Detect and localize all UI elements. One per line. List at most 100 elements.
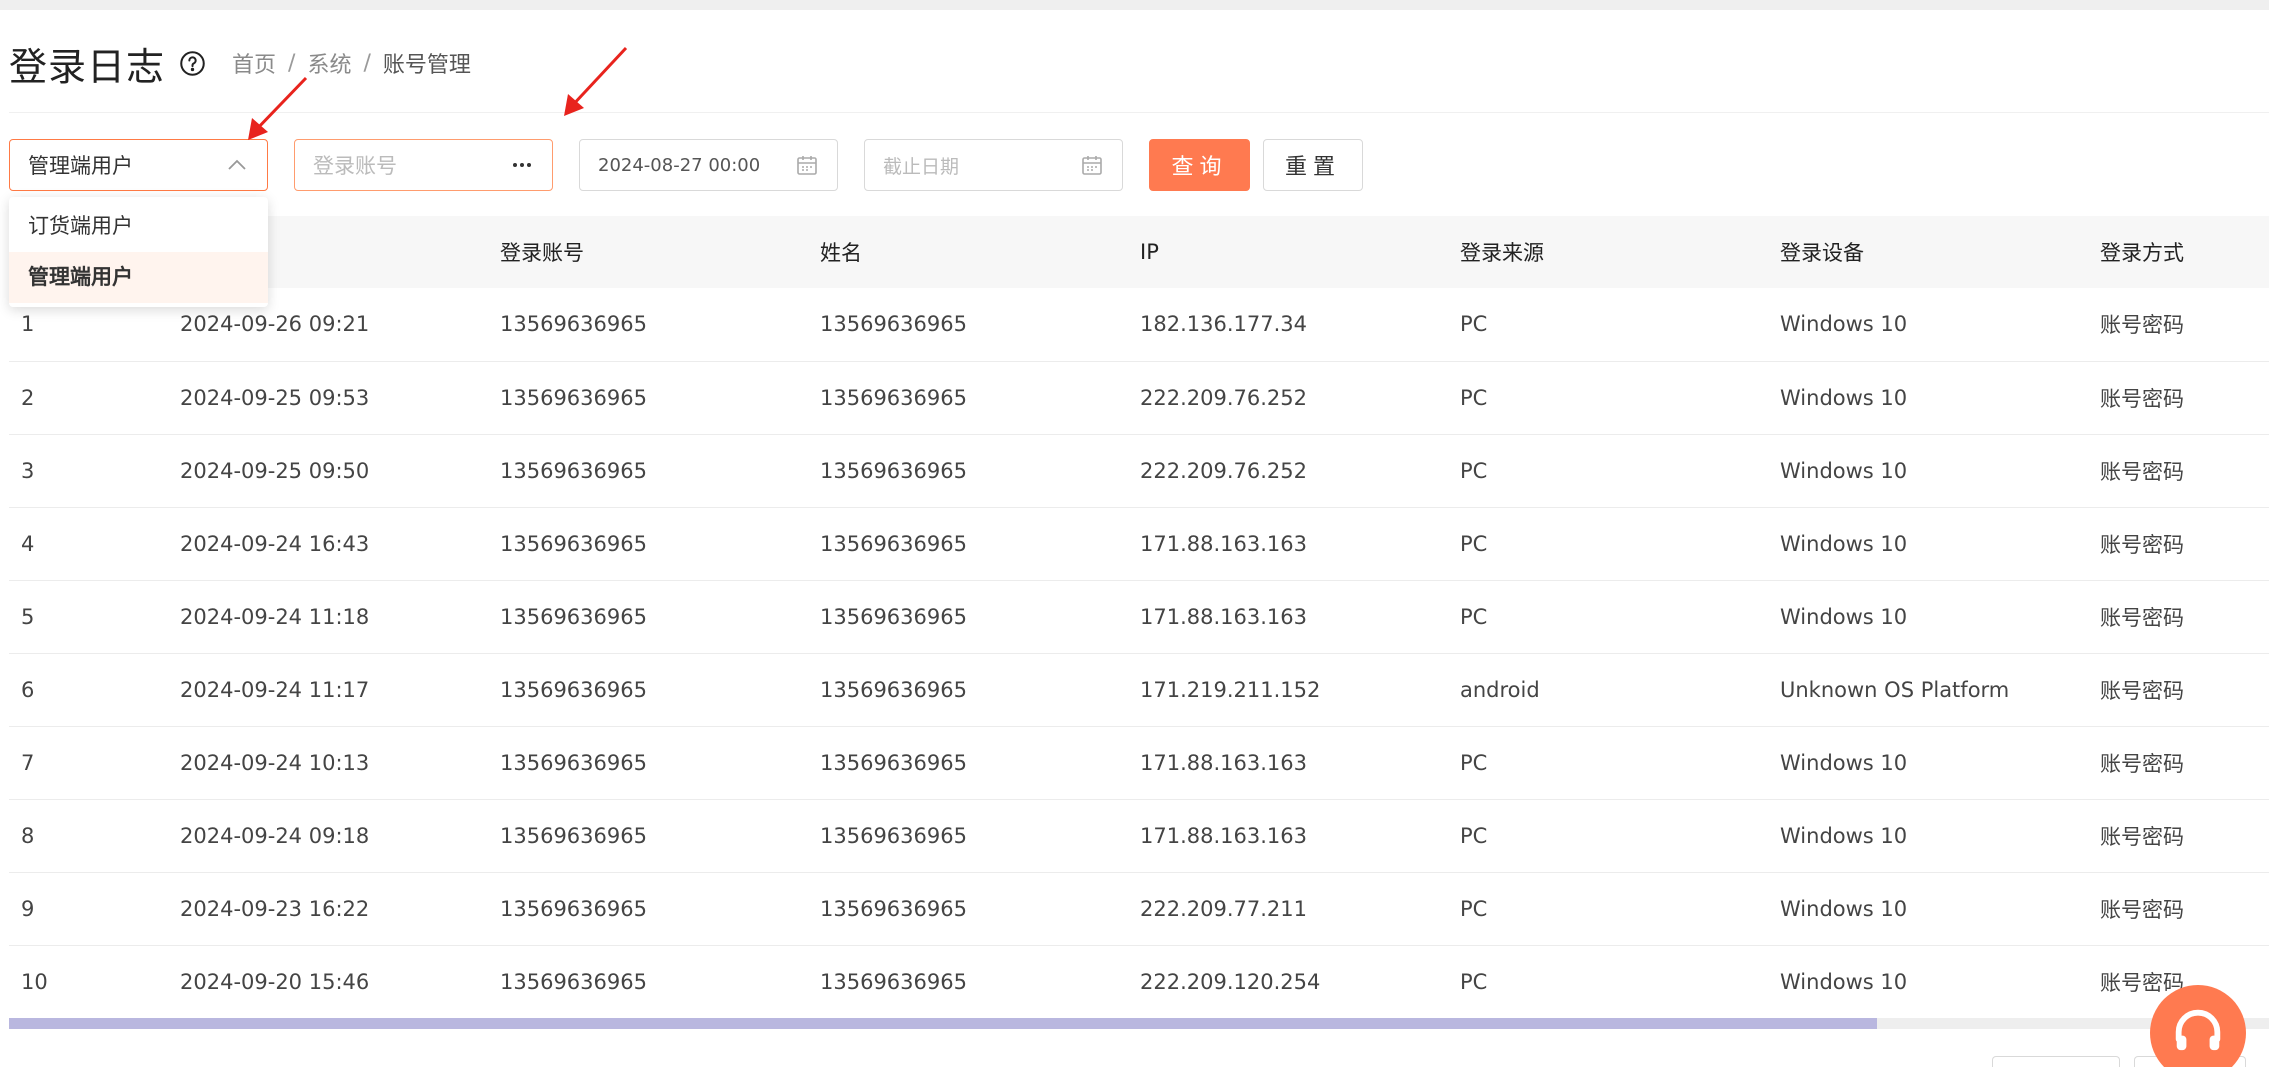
table-row: 2 2024-09-25 09:53 13569636965 13569636965 2… (9, 361, 2269, 435)
cell-login-time: 2024-09-24 10:13 (168, 726, 488, 800)
question-circle-icon[interactable] (179, 50, 206, 77)
cell-source: PC (1448, 434, 1768, 508)
cell-index: 9 (9, 872, 168, 946)
cell-login-time: 2024-09-24 11:18 (168, 580, 488, 654)
cell-ip: 222.209.76.252 (1128, 434, 1448, 508)
cell-login-time: 2024-09-25 09:50 (168, 434, 488, 508)
user-type-select[interactable]: 管理端用户 (9, 139, 268, 191)
column-header-source: 登录来源 (1448, 216, 1768, 288)
cell-login-time: 2024-09-24 11:17 (168, 653, 488, 727)
column-header-name: 姓名 (808, 216, 1128, 288)
cell-method: 账号密码 (2088, 799, 2269, 873)
pagination-button[interactable] (1992, 1056, 2120, 1067)
cell-ip: 222.209.77.211 (1128, 872, 1448, 946)
horizontal-scrollbar[interactable] (9, 1018, 2269, 1029)
account-placeholder: 登录账号 (313, 154, 397, 178)
reset-button[interactable]: 重置 (1263, 139, 1363, 191)
cell-account: 13569636965 (488, 507, 808, 581)
page-header: 登录日志 首页 / 系统 / 账号管理 (9, 38, 471, 89)
cell-login-time: 2024-09-25 09:53 (168, 361, 488, 435)
cell-device: Windows 10 (1768, 507, 2088, 581)
start-date-picker[interactable]: 2024-08-27 00:00 (579, 139, 838, 191)
table-row: 7 2024-09-24 10:13 13569636965 13569636965 1… (9, 726, 2269, 800)
cell-device: Windows 10 (1768, 580, 2088, 654)
dropdown-option-admin-user[interactable]: 管理端用户 (9, 252, 268, 303)
cell-account: 13569636965 (488, 945, 808, 1019)
cell-method: 账号密码 (2088, 580, 2269, 654)
cell-device: Unknown OS Platform (1768, 653, 2088, 727)
breadcrumb-system[interactable]: 系统 (307, 47, 351, 79)
cell-source: PC (1448, 361, 1768, 435)
header-divider (9, 112, 2269, 113)
cell-index: 10 (9, 945, 168, 1019)
end-date-placeholder: 截止日期 (883, 155, 960, 178)
table-row: 1 2024-09-26 09:21 13569636965 13569636965 1… (9, 288, 2269, 362)
user-type-dropdown: 订货端用户 管理端用户 (9, 197, 268, 307)
red-arrow-icon (564, 46, 628, 116)
cell-name: 13569636965 (808, 799, 1128, 873)
cell-ip: 171.88.163.163 (1128, 726, 1448, 800)
breadcrumb-separator: / (288, 50, 296, 76)
breadcrumb-home[interactable]: 首页 (232, 47, 276, 79)
cell-source: PC (1448, 288, 1768, 362)
cell-method: 账号密码 (2088, 288, 2269, 362)
table-header-row: 登录账号 姓名 IP 登录来源 登录设备 登录方式 (9, 216, 2269, 288)
cell-ip: 171.219.211.152 (1128, 653, 1448, 727)
user-type-value: 管理端用户 (28, 154, 133, 178)
cell-source: PC (1448, 726, 1768, 800)
login-log-table: 登录账号 姓名 IP 登录来源 登录设备 登录方式 1 2024-09-26 09… (9, 216, 2269, 1019)
cell-name: 13569636965 (808, 361, 1128, 435)
query-button[interactable]: 查询 (1149, 139, 1250, 191)
dropdown-option-ordering-user[interactable]: 订货端用户 (9, 201, 268, 252)
cell-method: 账号密码 (2088, 726, 2269, 800)
cell-method: 账号密码 (2088, 653, 2269, 727)
table-row: 10 2024-09-20 15:46 13569636965 13569636965… (9, 945, 2269, 1019)
cell-index: 6 (9, 653, 168, 727)
column-header-account: 登录账号 (488, 216, 808, 288)
cell-index: 3 (9, 434, 168, 508)
cell-index: 5 (9, 580, 168, 654)
cell-account: 13569636965 (488, 653, 808, 727)
table-row: 8 2024-09-24 09:18 13569636965 13569636965 1… (9, 799, 2269, 873)
cell-index: 4 (9, 507, 168, 581)
cell-name: 13569636965 (808, 726, 1128, 800)
cell-ip: 222.209.120.254 (1128, 945, 1448, 1019)
column-header-method: 登录方式 (2088, 216, 2269, 288)
cell-name: 13569636965 (808, 945, 1128, 1019)
cell-name: 13569636965 (808, 434, 1128, 508)
calendar-icon (1082, 156, 1102, 175)
table-row: 6 2024-09-24 11:17 13569636965 13569636965 1… (9, 653, 2269, 727)
cell-index: 7 (9, 726, 168, 800)
column-header-device: 登录设备 (1768, 216, 2088, 288)
breadcrumb-separator: / (363, 50, 371, 76)
cell-ip: 182.136.177.34 (1128, 288, 1448, 362)
account-input[interactable]: 登录账号 (294, 139, 553, 191)
cell-device: Windows 10 (1768, 799, 2088, 873)
cell-source: android (1448, 653, 1768, 727)
cell-ip: 171.88.163.163 (1128, 799, 1448, 873)
cell-device: Windows 10 (1768, 288, 2088, 362)
cell-login-time: 2024-09-24 16:43 (168, 507, 488, 581)
cell-source: PC (1448, 799, 1768, 873)
cell-source: PC (1448, 872, 1768, 946)
cell-device: Windows 10 (1768, 434, 2088, 508)
scrollbar-thumb[interactable] (9, 1018, 1877, 1029)
cell-account: 13569636965 (488, 288, 808, 362)
cell-method: 账号密码 (2088, 872, 2269, 946)
cell-index: 2 (9, 361, 168, 435)
cell-method: 账号密码 (2088, 507, 2269, 581)
end-date-picker[interactable]: 截止日期 (864, 139, 1123, 191)
cell-account: 13569636965 (488, 726, 808, 800)
cell-source: PC (1448, 507, 1768, 581)
ellipsis-icon[interactable] (510, 153, 534, 177)
table-row: 4 2024-09-24 16:43 13569636965 13569636965 1… (9, 507, 2269, 581)
cell-account: 13569636965 (488, 799, 808, 873)
cell-account: 13569636965 (488, 361, 808, 435)
table-row: 3 2024-09-25 09:50 13569636965 13569636965 2… (9, 434, 2269, 508)
breadcrumb: 首页 / 系统 / 账号管理 (232, 47, 471, 79)
cell-source: PC (1448, 580, 1768, 654)
cell-device: Windows 10 (1768, 361, 2088, 435)
cell-name: 13569636965 (808, 653, 1128, 727)
breadcrumb-current: 账号管理 (382, 53, 471, 78)
cell-device: Windows 10 (1768, 945, 2088, 1019)
